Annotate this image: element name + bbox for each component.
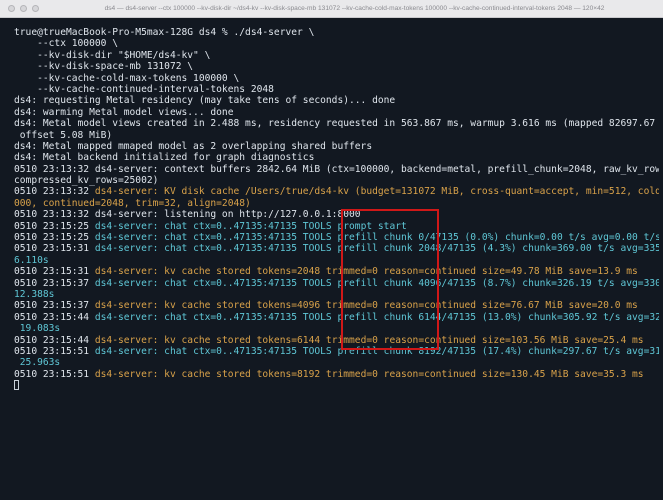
log-text: ds4-server: chat ctx=0..47135:47135 TOOL… <box>94 220 407 232</box>
terminal-line: 19.083s <box>14 323 659 334</box>
log-text: ds4-server: KV disk cache /Users/true/ds… <box>94 186 659 198</box>
terminal-line: ds4: warming Metal model views... done <box>14 107 659 118</box>
log-text: ds4: Metal model views created in 2.488 … <box>14 118 659 130</box>
log-timestamp: 0510 23:15:51 <box>14 368 95 380</box>
terminal-line: offset 5.08 MiB) <box>14 130 659 141</box>
terminal-line: ds4: Metal mapped mmaped model as 2 over… <box>14 141 659 152</box>
terminal-line: 0510 23:13:32 ds4-server: KV disk cache … <box>14 186 659 197</box>
log-text: --kv-cache-cold-max-tokens 100000 \ <box>14 72 240 84</box>
terminal-line: true@trueMacBook-Pro-M5max-128G ds4 % ./… <box>14 27 659 38</box>
log-text: offset 5.08 MiB) <box>14 129 113 141</box>
terminal-line: --kv-disk-space-mb 131072 \ <box>14 61 659 72</box>
terminal-line: 0510 23:15:37 ds4-server: chat ctx=0..47… <box>14 278 659 289</box>
terminal-window: ds4 — ds4-server --ctx 100000 --kv-disk-… <box>0 0 663 500</box>
log-text: 0510 23:13:32 ds4-server: context buffer… <box>14 163 659 175</box>
terminal-line: 0510 23:15:25 ds4-server: chat ctx=0..47… <box>14 232 659 243</box>
terminal-line: 0510 23:15:44 ds4-server: kv cache store… <box>14 335 659 346</box>
terminal-line: 0510 23:15:31 ds4-server: kv cache store… <box>14 266 659 277</box>
log-text: ds4-server: chat ctx=0..47135:47135 TOOL… <box>94 243 659 255</box>
terminal-line: 0510 23:13:32 ds4-server: listening on h… <box>14 209 659 220</box>
log-text: --kv-disk-dir "$HOME/ds4-kv" \ <box>14 49 211 61</box>
log-text: ds4-server: kv cache stored tokens=6144 … <box>94 334 644 346</box>
log-text: ds4: requesting Metal residency (may tak… <box>14 95 396 107</box>
terminal-line: 25.963s <box>14 357 659 368</box>
log-text: ds4: Metal mapped mmaped model as 2 over… <box>14 140 373 152</box>
log-timestamp: 0510 23:13:32 <box>14 186 95 198</box>
zoom-window-button[interactable] <box>32 5 39 12</box>
log-text: ds4-server: chat ctx=0..47135:47135 TOOL… <box>94 277 659 289</box>
log-timestamp: 0510 23:15:37 <box>14 300 95 312</box>
log-text: ds4: Metal backend initialized for graph… <box>14 152 315 164</box>
log-timestamp: 0510 23:15:31 <box>14 266 95 278</box>
terminal-line: ds4: Metal model views created in 2.488 … <box>14 118 659 129</box>
log-text: ds4-server: kv cache stored tokens=2048 … <box>94 266 638 278</box>
log-text: 000, continued=2048, trim=32, align=2048… <box>14 197 251 209</box>
terminal-line: 0510 23:15:51 ds4-server: chat ctx=0..47… <box>14 346 659 357</box>
terminal-line: --kv-cache-continued-interval-tokens 204… <box>14 84 659 95</box>
log-text: ds4-server: kv cache stored tokens=4096 … <box>94 300 638 312</box>
terminal-line: ds4: requesting Metal residency (may tak… <box>14 95 659 106</box>
log-text: ds4: warming Metal model views... done <box>14 106 234 118</box>
window-controls <box>8 5 39 12</box>
log-text: 12.388s <box>14 288 55 300</box>
log-timestamp: 0510 23:15:51 <box>14 345 95 357</box>
log-text: ds4-server: chat ctx=0..47135:47135 TOOL… <box>94 345 659 357</box>
terminal-line: ds4: Metal backend initialized for graph… <box>14 152 659 163</box>
window-title: ds4 — ds4-server --ctx 100000 --kv-disk-… <box>104 5 605 12</box>
log-timestamp: 0510 23:15:37 <box>14 277 95 289</box>
log-text: 6.110s <box>14 254 49 266</box>
log-text: ds4-server: chat ctx=0..47135:47135 TOOL… <box>94 311 659 323</box>
log-timestamp: 0510 23:15:25 <box>14 220 95 232</box>
close-window-button[interactable] <box>8 5 15 12</box>
terminal-line: 0510 23:15:25 ds4-server: chat ctx=0..47… <box>14 221 659 232</box>
terminal-line: 0510 23:13:32 ds4-server: context buffer… <box>14 164 659 175</box>
log-text: --kv-cache-continued-interval-tokens 204… <box>14 83 274 95</box>
terminal-output[interactable]: true@trueMacBook-Pro-M5max-128G ds4 % ./… <box>14 27 659 392</box>
log-text: true@trueMacBook-Pro-M5max-128G ds4 % ./… <box>14 27 315 38</box>
log-text: ds4-server: chat ctx=0..47135:47135 TOOL… <box>94 232 659 244</box>
terminal-line: 0510 23:15:44 ds4-server: chat ctx=0..47… <box>14 312 659 323</box>
terminal-line: --ctx 100000 \ <box>14 38 659 49</box>
log-text: ds4-server: kv cache stored tokens=8192 … <box>94 368 644 380</box>
terminal-line: --kv-cache-cold-max-tokens 100000 \ <box>14 73 659 84</box>
log-text: 19.083s <box>14 323 61 335</box>
prompt-line[interactable] <box>14 380 659 391</box>
log-text: compressed_kv_rows=25002) <box>14 175 159 187</box>
log-timestamp: 0510 23:15:25 <box>14 232 95 244</box>
log-timestamp: 0510 23:15:44 <box>14 311 95 323</box>
log-text: --ctx 100000 \ <box>14 38 118 50</box>
log-text: 25.963s <box>14 357 61 369</box>
title-bar: ds4 — ds4-server --ctx 100000 --kv-disk-… <box>0 0 663 18</box>
terminal-line: compressed_kv_rows=25002) <box>14 175 659 186</box>
terminal-line: --kv-disk-dir "$HOME/ds4-kv" \ <box>14 50 659 61</box>
text-cursor <box>14 380 19 391</box>
terminal-line: 0510 23:15:37 ds4-server: kv cache store… <box>14 300 659 311</box>
log-text: --kv-disk-space-mb 131072 \ <box>14 61 194 73</box>
terminal-line: 0510 23:15:31 ds4-server: chat ctx=0..47… <box>14 243 659 254</box>
log-timestamp: 0510 23:15:44 <box>14 334 95 346</box>
terminal-line: 12.388s <box>14 289 659 300</box>
log-text: 0510 23:13:32 ds4-server: listening on h… <box>14 209 361 221</box>
log-timestamp: 0510 23:15:31 <box>14 243 95 255</box>
terminal-line: 000, continued=2048, trim=32, align=2048… <box>14 198 659 209</box>
terminal-line: 6.110s <box>14 255 659 266</box>
minimize-window-button[interactable] <box>20 5 27 12</box>
terminal-line: 0510 23:15:51 ds4-server: kv cache store… <box>14 369 659 380</box>
